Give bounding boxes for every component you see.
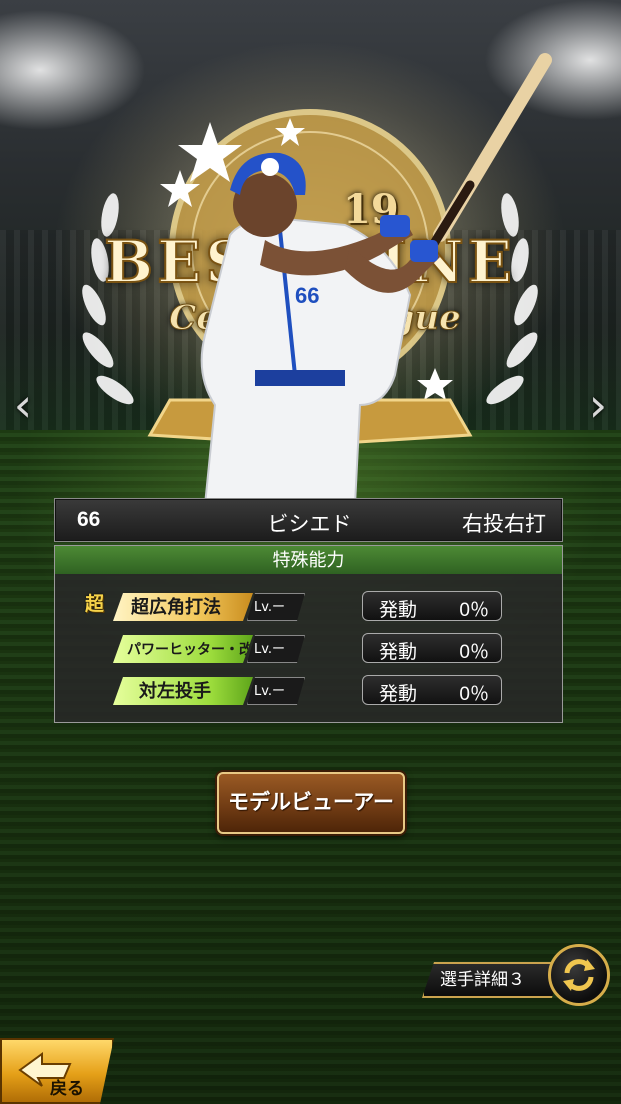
ability-status: 発動 0％ <box>362 633 502 663</box>
prev-player-arrow-icon[interactable]: ‹ <box>8 380 38 430</box>
ability-status-label: 発動 <box>379 684 418 705</box>
ability-level: Lv.ー <box>247 635 305 663</box>
swap-arrows-icon <box>563 959 595 991</box>
ability-level: Lv.ー <box>247 677 305 705</box>
player-figure: 66 <box>200 53 552 505</box>
jersey-number: 66 <box>295 283 319 308</box>
ability-row[interactable]: 対左投手 Lv.ー 発動 0％ <box>55 675 562 707</box>
player-detail-button[interactable]: 選手詳細３ <box>422 962 560 998</box>
ability-label: 対左投手 <box>113 677 253 705</box>
ability-rate: 0％ <box>459 684 489 705</box>
ability-row[interactable]: 超 超広角打法 Lv.ー 発動 0％ <box>55 591 562 623</box>
ability-row[interactable]: パワーヒッター・改 Lv.ー 発動 0％ <box>55 633 562 665</box>
ability-status: 発動 0％ <box>362 675 502 705</box>
player-handedness: 右投右打 <box>462 513 546 536</box>
back-label: 戻る <box>50 1079 84 1098</box>
ability-label: 超広角打法 <box>113 593 253 621</box>
next-player-arrow-icon[interactable]: › <box>583 380 613 430</box>
swap-button[interactable] <box>548 944 610 1006</box>
ability-rate: 0％ <box>459 600 489 621</box>
ability-status-label: 発動 <box>379 642 418 663</box>
model-viewer-button[interactable]: モデルビューアー <box>217 772 405 834</box>
player-name-bar: 66 ビシエド 右投右打 <box>54 498 563 542</box>
ability-status: 発動 0％ <box>362 591 502 621</box>
ability-label: パワーヒッター・改 <box>113 635 253 663</box>
ability-level: Lv.ー <box>247 593 305 621</box>
ability-status-label: 発動 <box>379 600 418 621</box>
abilities-header: 特殊能力 <box>55 546 562 574</box>
special-abilities-panel: 特殊能力 超 超広角打法 Lv.ー 発動 0％ パワーヒッター・改 Lv.ー 発… <box>54 545 563 723</box>
super-ability-icon: 超 <box>85 594 105 615</box>
ability-rate: 0％ <box>459 642 489 663</box>
